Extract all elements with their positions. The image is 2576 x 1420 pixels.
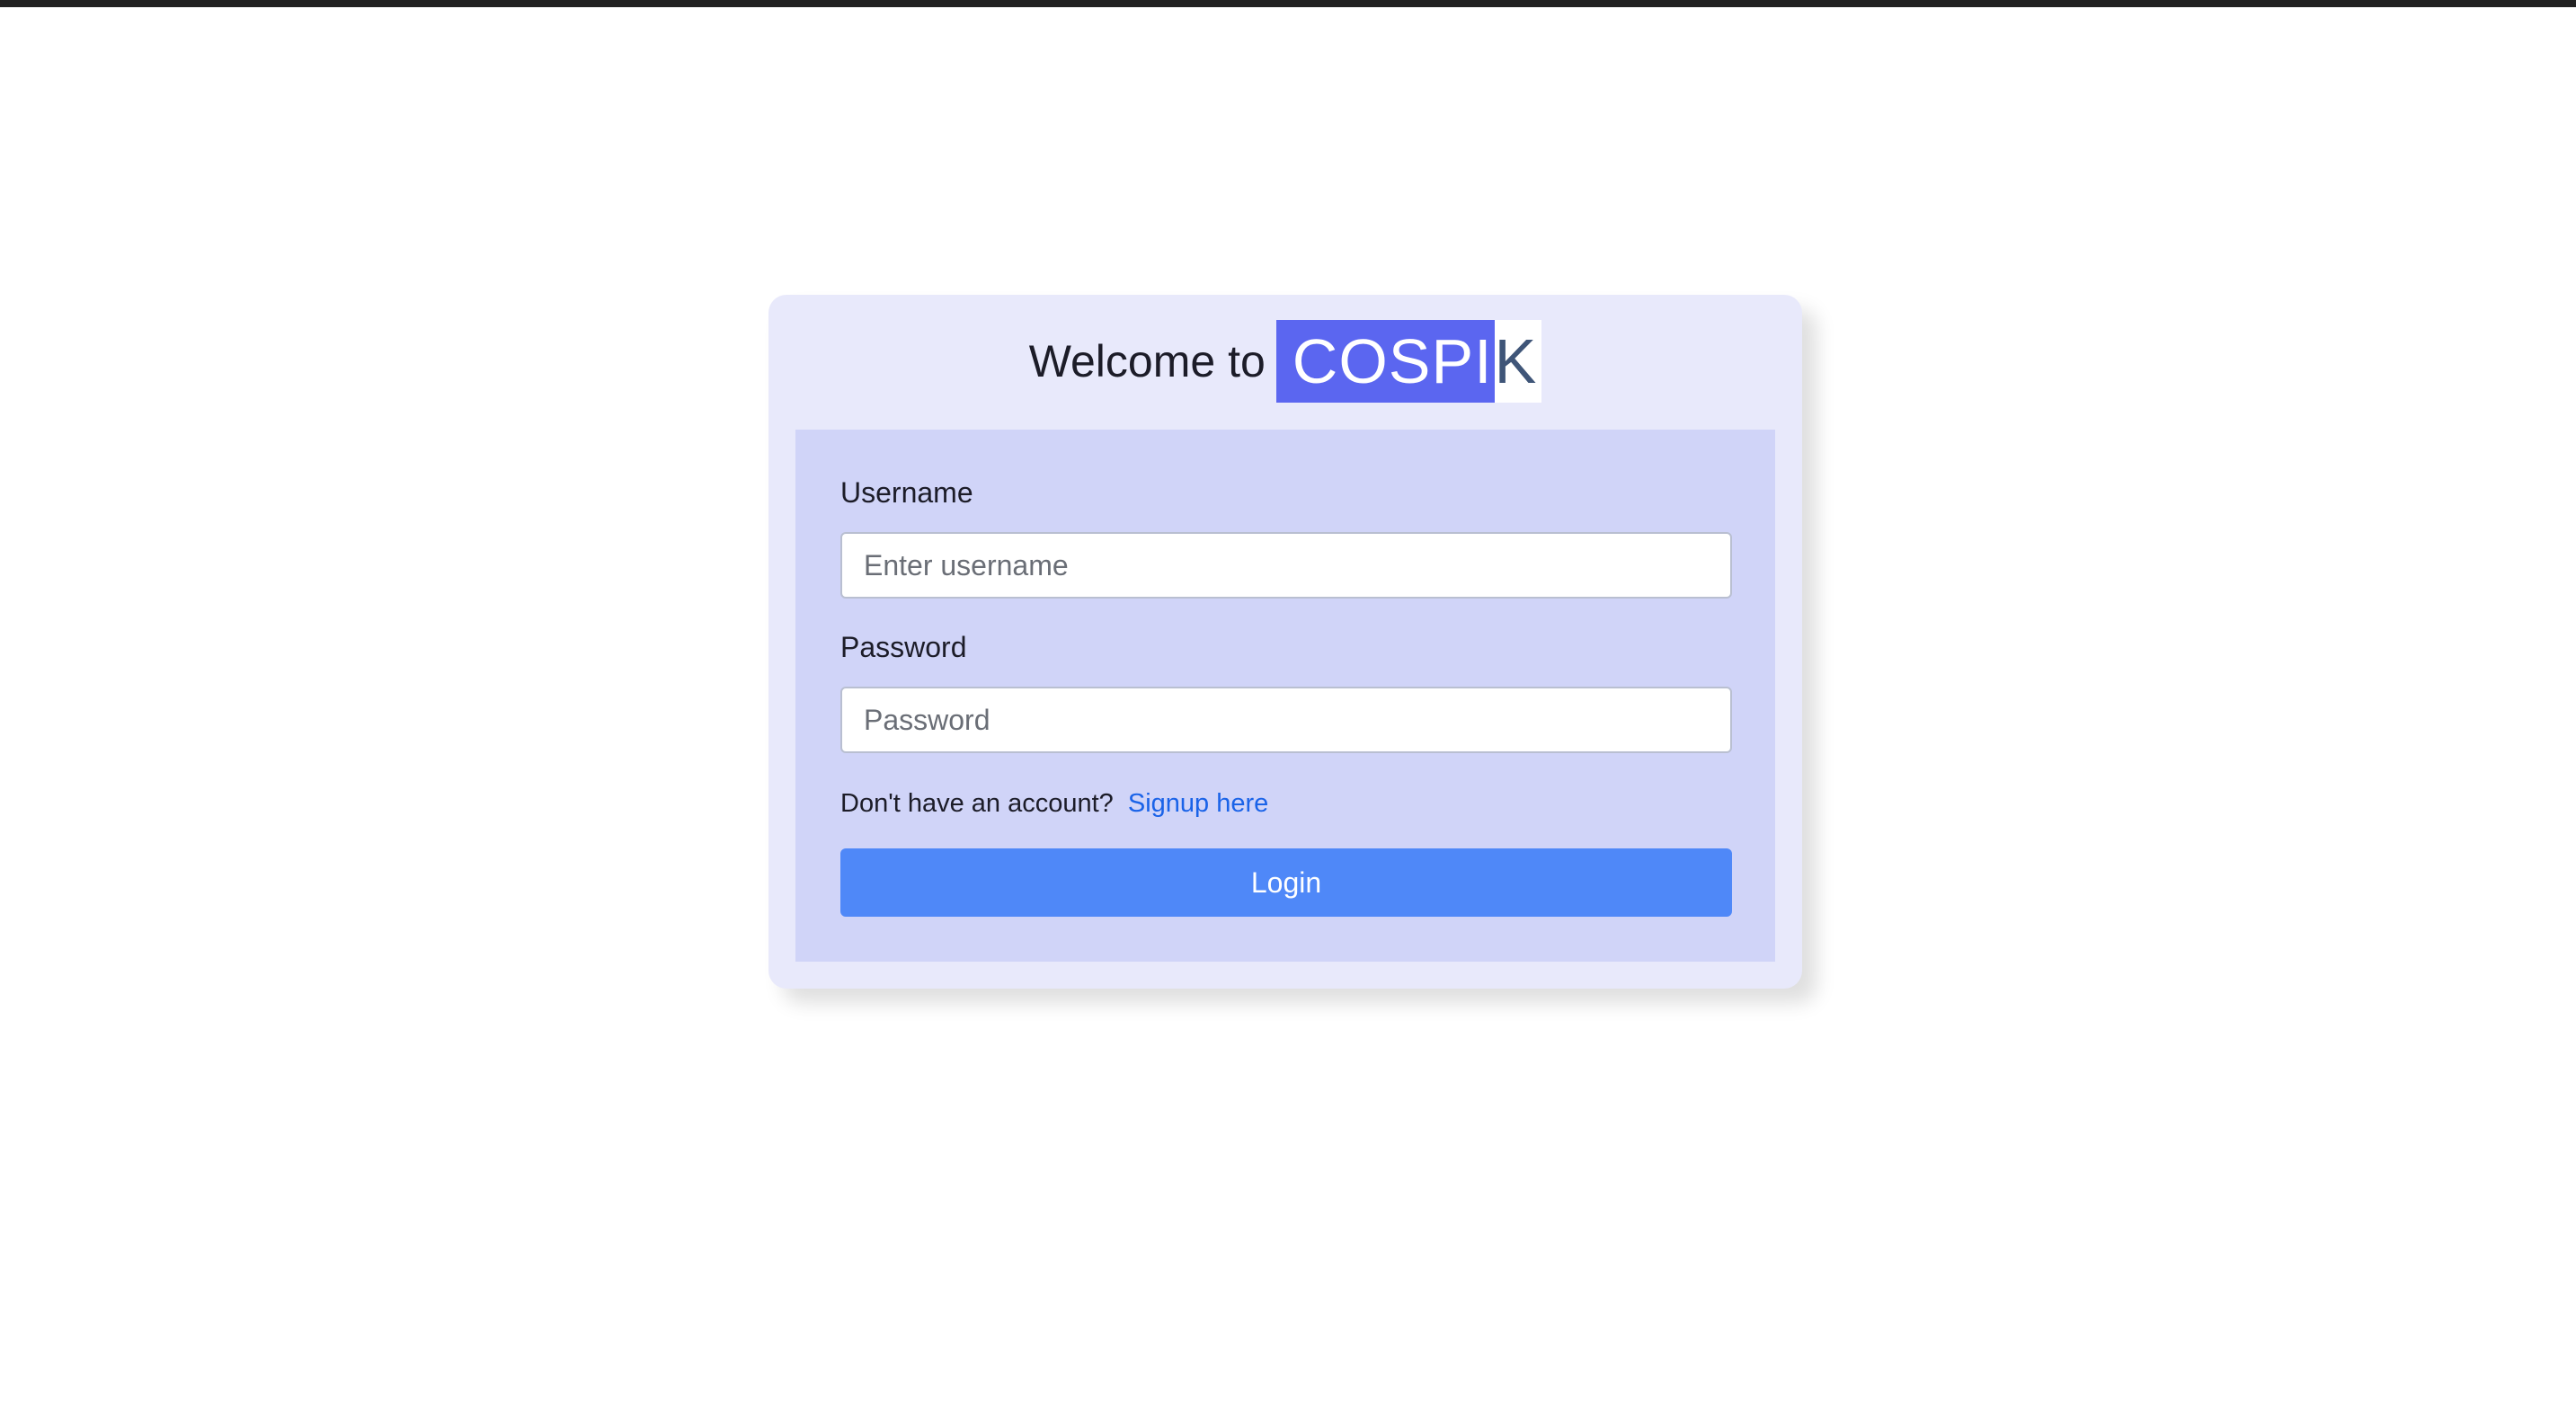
welcome-text: Welcome to [1028, 336, 1266, 386]
login-card: Welcome to COSPI K Username Password Don… [768, 295, 1802, 989]
logo-tail-text: K [1494, 320, 1542, 403]
username-input[interactable] [840, 532, 1732, 599]
login-form: Username Password Don't have an account?… [795, 430, 1775, 962]
login-button[interactable]: Login [840, 848, 1732, 917]
page-title: Welcome to COSPI K [768, 320, 1802, 403]
top-bar [0, 0, 2576, 7]
signup-prompt-text: Don't have an account? [840, 789, 1114, 818]
username-label: Username [840, 476, 973, 509]
signup-prompt: Don't have an account? Signup here [840, 789, 1268, 819]
password-label: Password [840, 631, 967, 663]
password-input[interactable] [840, 687, 1732, 753]
logo-main-text: COSPI [1275, 320, 1495, 403]
brand-logo: COSPI K [1275, 320, 1542, 403]
signup-link[interactable]: Signup here [1128, 789, 1268, 818]
